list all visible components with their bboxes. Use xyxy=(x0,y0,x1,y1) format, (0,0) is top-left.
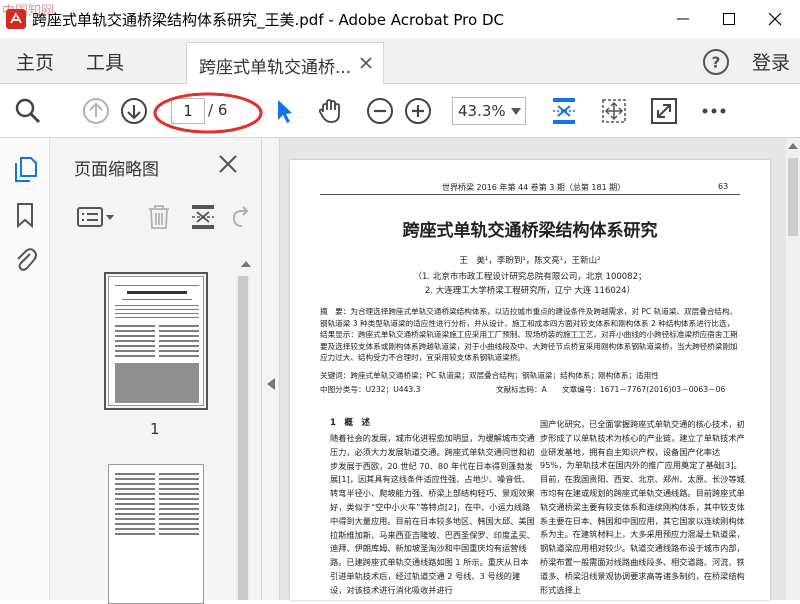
body-column-left: 随着社会的发展，城市化进程愈加明显，为缓解城市交通压力，必须大力发展轨道交通。跨… xyxy=(330,433,535,595)
title-bar: 跨座式单轨交通桥梁结构体系研究_王美.pdf - Adobe Acrobat P… xyxy=(0,0,800,38)
page-thumbnails-icon[interactable] xyxy=(13,156,37,182)
page-thumbnail-1[interactable] xyxy=(108,276,204,406)
red-annotation-ellipse xyxy=(152,90,264,136)
search-icon[interactable] xyxy=(14,97,42,125)
journal-header: 世界桥梁 2016 年第 44 卷第 3 期（总第 181 期） xyxy=(442,183,626,192)
maximize-button[interactable] xyxy=(706,0,752,38)
affiliation-1: （1. 北京市市政工程设计研究总院有限公司，北京 100082； xyxy=(413,272,647,282)
fit-page-icon[interactable] xyxy=(550,97,578,125)
window-title: 跨座式单轨交通桥梁结构体系研究_王美.pdf - Adobe Acrobat P… xyxy=(32,11,504,29)
pdf-page[interactable]: 世界桥梁 2016 年第 44 卷第 3 期（总第 181 期） 63 跨座式单… xyxy=(290,160,770,600)
svg-text:?: ? xyxy=(712,54,721,72)
zoom-in-icon[interactable] xyxy=(404,97,432,125)
scrolling-mode-icon[interactable] xyxy=(600,97,628,125)
menu-tools[interactable]: 工具 xyxy=(86,48,124,75)
keywords: 关键词：跨座式单轨交通桥梁；PC 轨道梁；双层叠合结构；钢轨道梁；结构体系；刚构… xyxy=(320,371,659,380)
zoom-level-select[interactable]: 43.3% xyxy=(452,97,526,125)
menu-home[interactable]: 主页 xyxy=(16,48,54,75)
navigation-rail xyxy=(0,138,50,600)
header-rule xyxy=(320,194,740,195)
scroll-up-arrow-icon[interactable] xyxy=(788,142,798,150)
chevron-down-icon xyxy=(511,108,521,116)
article-authors: 王 美¹，李盼到¹，陈文亮¹，王新山² xyxy=(459,256,601,266)
delete-page-icon[interactable] xyxy=(146,204,172,230)
bookmark-icon[interactable] xyxy=(13,202,37,228)
next-page-icon[interactable] xyxy=(120,97,148,125)
select-cursor-icon[interactable] xyxy=(270,97,298,125)
classification-number: 中图分类号：U232；U443.3 xyxy=(320,385,421,394)
thumbnail-scrollbar[interactable] xyxy=(236,276,250,600)
page-number-header: 63 xyxy=(718,182,729,191)
abstract: 摘 要：为合理选择跨座式单轨交通桥梁结构体系，以迈拉城市重点的建设条件及跨越需求… xyxy=(320,307,738,362)
zoom-out-icon[interactable] xyxy=(366,97,394,125)
hand-tool-icon[interactable] xyxy=(316,97,344,125)
close-window-button[interactable] xyxy=(752,0,798,38)
menu-bar: 主页 工具 跨座式单轨交通桥... ? 登录 xyxy=(0,38,800,84)
minimize-button[interactable] xyxy=(660,0,706,38)
attachment-icon[interactable] xyxy=(13,246,37,272)
document-scrollbar[interactable] xyxy=(786,138,800,600)
body-column-right: 国产化研究，已全面掌握跨座式单轨交通的核心技术，初步形成了以单轨技术为核心的产业… xyxy=(540,419,745,595)
thumbnail-scrollbar-thumb[interactable] xyxy=(238,276,248,600)
zoom-level-value: 43.3% xyxy=(458,102,506,120)
document-code: 文献标志码：A xyxy=(496,385,547,394)
close-tab-icon[interactable] xyxy=(357,54,375,72)
tab-document[interactable]: 跨座式单轨交通桥... xyxy=(186,42,384,84)
article-id: 文章编号：1671－7767(2016)03－0063－06 xyxy=(562,385,726,394)
article-title: 跨座式单轨交通桥梁结构体系研究 xyxy=(402,221,658,241)
tab-document-label: 跨座式单轨交通桥... xyxy=(199,58,352,78)
section-heading: 1 概 述 xyxy=(330,418,370,428)
affiliation-2: 2. 大连理工大学桥梁工程研究所，辽宁 大连 116024） xyxy=(424,286,636,296)
document-view[interactable]: 世界桥梁 2016 年第 44 卷第 3 期（总第 181 期） 63 跨座式单… xyxy=(280,138,786,600)
more-tools-icon[interactable] xyxy=(700,97,728,125)
panel-title: 页面缩略图 xyxy=(74,160,159,180)
toolbar: 1 / 6 43.3% xyxy=(0,84,800,138)
thumbnail-label-1: 1 xyxy=(150,420,160,438)
document-scrollbar-thumb[interactable] xyxy=(788,158,798,236)
watermark-text: 中国知网 xyxy=(2,4,55,19)
collapse-arrow-icon[interactable] xyxy=(267,378,275,390)
thumbnail-panel: 页面缩略图 1 xyxy=(50,138,262,604)
previous-page-icon[interactable] xyxy=(82,97,110,125)
thumbnail-options-icon[interactable] xyxy=(76,204,116,230)
rotate-page-icon[interactable] xyxy=(230,204,252,230)
extract-pages-icon[interactable] xyxy=(190,204,216,230)
close-panel-icon[interactable] xyxy=(218,154,238,174)
panel-collapse-handle[interactable] xyxy=(262,138,280,600)
page-thumbnail-2[interactable] xyxy=(108,464,204,604)
scroll-up-arrow-icon[interactable] xyxy=(241,260,251,268)
help-icon[interactable]: ? xyxy=(702,48,730,76)
signin-link[interactable]: 登录 xyxy=(752,48,790,75)
full-screen-icon[interactable] xyxy=(650,97,678,125)
